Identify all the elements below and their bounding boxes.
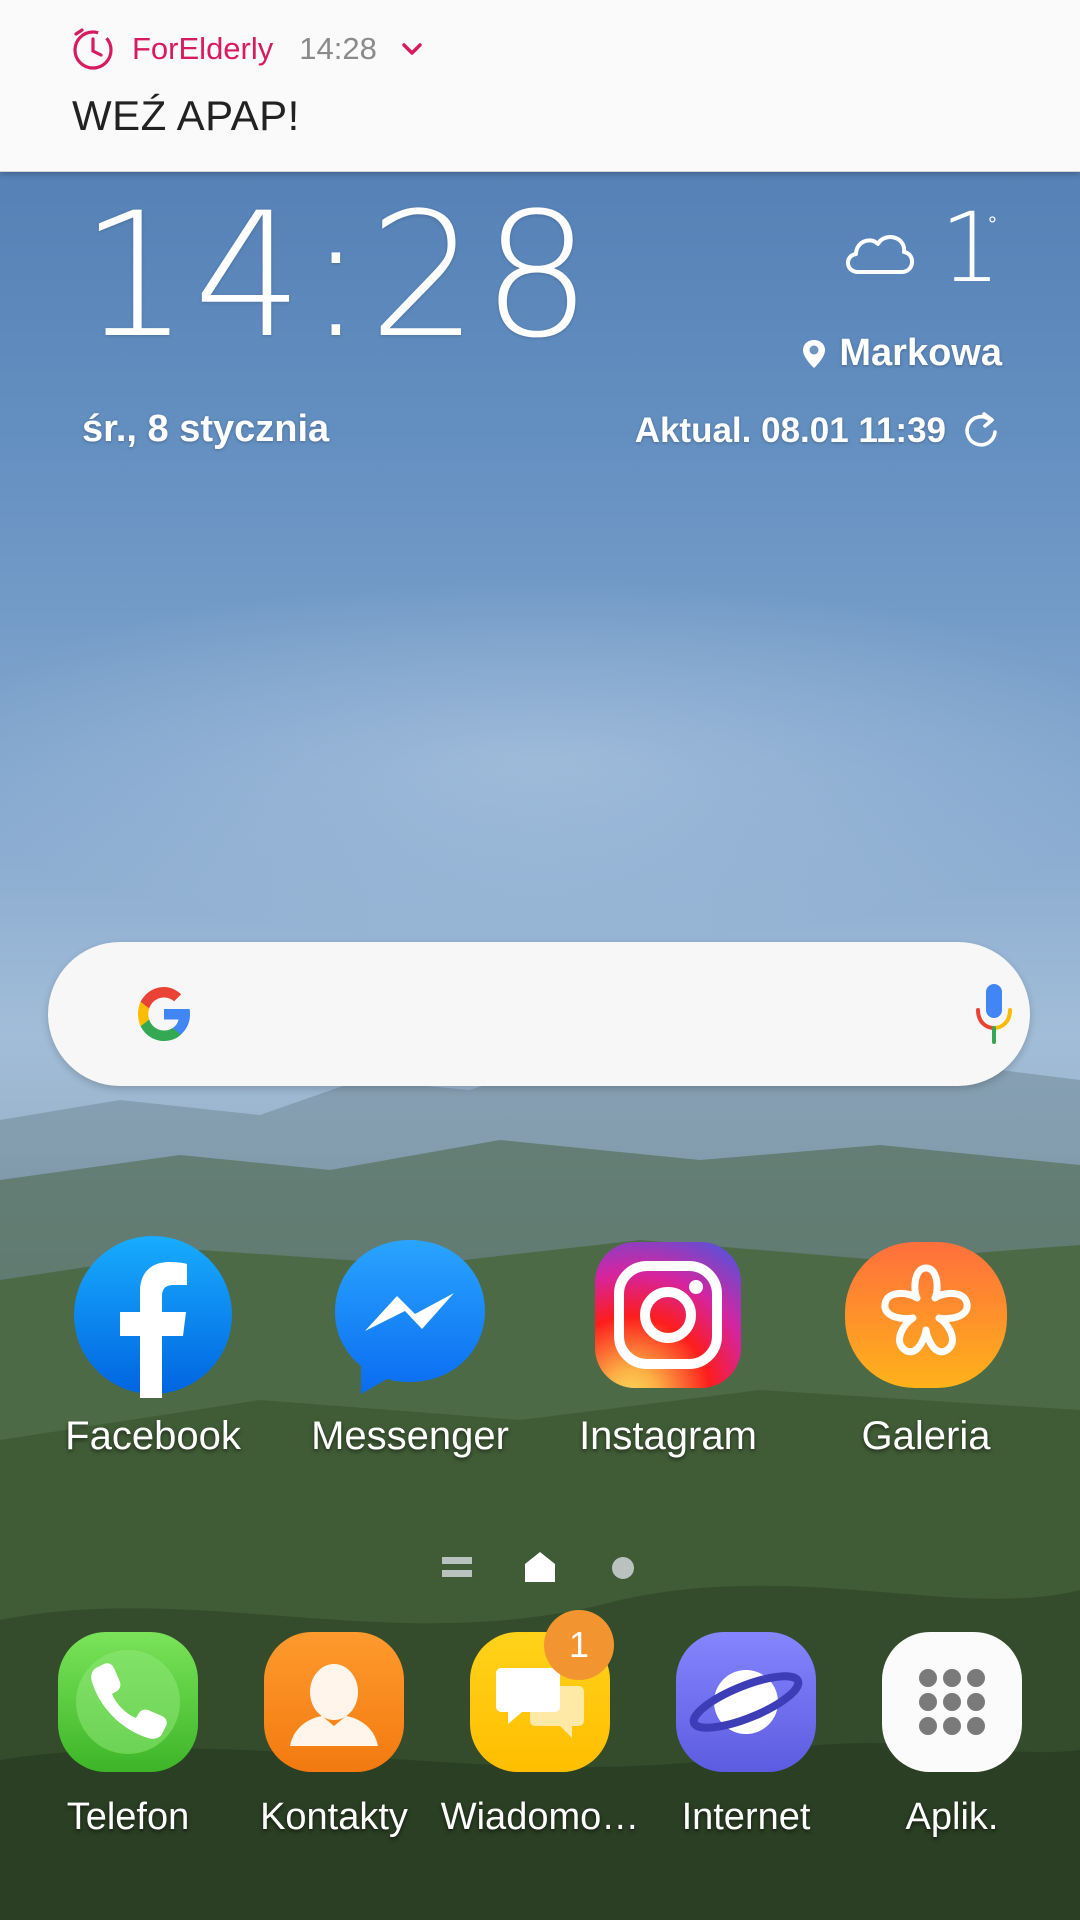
messenger-icon: [335, 1240, 485, 1394]
location-pin-icon: [803, 339, 826, 368]
app-label: Messenger: [311, 1414, 509, 1458]
alarm-clock-icon: [73, 28, 113, 70]
notification-card[interactable]: ForElderly 14:28 WEŹ APAP!: [0, 0, 1080, 172]
dock-label: Aplik.: [905, 1796, 999, 1838]
weather-location[interactable]: Markowa: [801, 332, 1002, 375]
unread-badge: 1: [544, 1610, 614, 1680]
app-galeria[interactable]: Galeria: [806, 1232, 1046, 1459]
google-search-bar[interactable]: [48, 942, 1030, 1086]
app-label: Galeria: [861, 1414, 991, 1458]
menu-page-indicator: [442, 1557, 472, 1577]
dock-label: Kontakty: [260, 1796, 408, 1838]
refresh-icon[interactable]: [960, 410, 1002, 452]
clock-time[interactable]: 14:28: [80, 190, 596, 362]
clock-date[interactable]: śr., 8 stycznia: [82, 408, 329, 451]
contacts-icon: [264, 1632, 404, 1772]
phone-icon: [58, 1632, 198, 1772]
dock-wiadomosci[interactable]: 1 Wiadomo…: [440, 1610, 640, 1839]
app-messenger[interactable]: Messenger: [290, 1232, 530, 1459]
instagram-icon: [595, 1242, 741, 1388]
gallery-flower-icon: [845, 1242, 1007, 1388]
home-page-indicator: [525, 1552, 555, 1582]
dock-internet[interactable]: Internet: [646, 1630, 846, 1839]
app-label: Instagram: [579, 1414, 757, 1458]
notification-app-name: ForElderly: [132, 31, 274, 66]
degree-symbol: °: [988, 212, 997, 237]
cloud-icon[interactable]: [840, 222, 918, 278]
notification-header: ForElderly 14:28: [70, 26, 427, 72]
internet-browser-icon: [676, 1632, 816, 1772]
dock-aplikacje[interactable]: Aplik.: [852, 1630, 1052, 1839]
app-instagram[interactable]: Instagram: [548, 1232, 788, 1459]
microphone-icon[interactable]: [968, 982, 1020, 1048]
page-indicator[interactable]: [430, 1548, 650, 1586]
page-2-indicator: [612, 1557, 634, 1579]
app-label: Facebook: [65, 1414, 241, 1458]
apps-grid-icon: [882, 1632, 1022, 1772]
dock-kontakty[interactable]: Kontakty: [234, 1630, 434, 1839]
facebook-icon: [74, 1236, 232, 1398]
notification-time: 14:28: [299, 31, 377, 66]
updated-text: Aktual. 08.01 11:39: [634, 411, 946, 450]
google-g-icon: [138, 987, 190, 1041]
dock-telefon[interactable]: Telefon: [28, 1630, 228, 1839]
dock-label: Wiadomo…: [440, 1796, 640, 1838]
chevron-down-icon[interactable]: [397, 34, 427, 64]
app-facebook[interactable]: Facebook: [33, 1232, 273, 1459]
notification-message: WEŹ APAP!: [72, 92, 300, 139]
location-name: Markowa: [839, 332, 1002, 374]
dock-label: Internet: [681, 1796, 811, 1838]
dock-label: Telefon: [66, 1796, 190, 1838]
weather-updated[interactable]: Aktual. 08.01 11:39: [635, 410, 1002, 452]
